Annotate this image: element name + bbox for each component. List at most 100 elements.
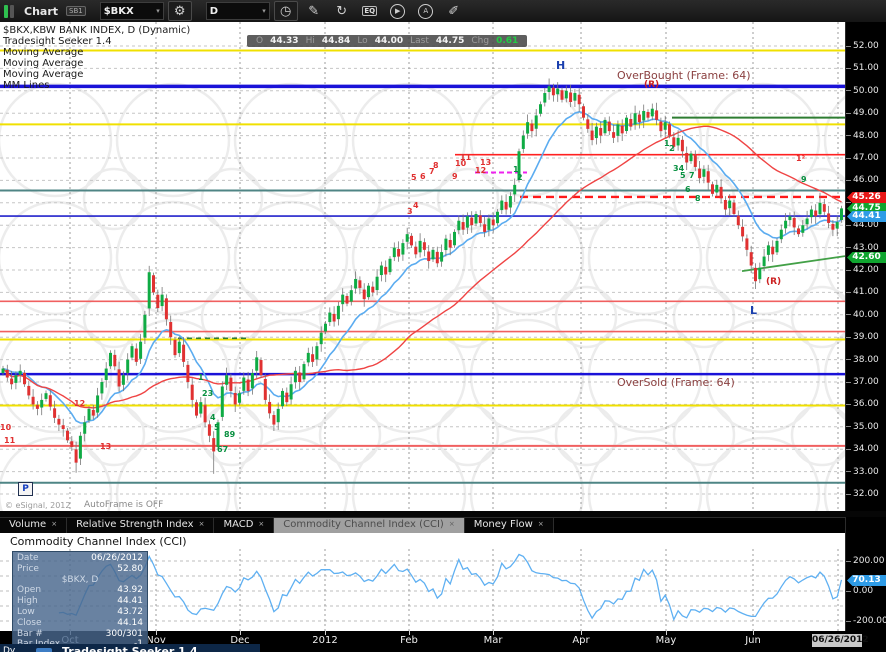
chevron-down-icon: ▾	[262, 7, 266, 15]
seeker-count-label: 1	[198, 373, 204, 382]
month-label: Jun	[745, 635, 761, 646]
chevron-down-icon: ▾	[156, 7, 160, 15]
cci-header: Commodity Channel Index (CCI)	[0, 533, 845, 549]
quote-eq-icon[interactable]: EQ	[358, 1, 382, 21]
esignal-watermark	[0, 82, 845, 511]
price-axis-tick	[846, 157, 851, 159]
tab-label: Relative Strength Index	[76, 519, 194, 530]
legend-study: Tradesight Seeker 1.4	[3, 36, 112, 47]
price-tag: 44.41	[847, 211, 886, 222]
seeker-count-label: 6	[420, 172, 426, 181]
seeker-count-label: 6	[685, 185, 691, 194]
data-window-overlay: Date 06/26/2012 Price 52.80 $BKX, D Open 43.92…	[12, 551, 148, 652]
play-icon[interactable]: ▶	[386, 1, 410, 21]
tab-label: Volume	[9, 519, 47, 530]
pivot-marker: P	[18, 482, 33, 496]
close-icon[interactable]: ×	[199, 520, 205, 528]
price-tag: 45.26	[847, 192, 886, 203]
close-icon[interactable]: ×	[538, 520, 544, 528]
price-axis-tick	[846, 471, 851, 473]
price-axis-tick	[846, 45, 851, 47]
seeker-count-label: 13	[480, 158, 492, 167]
month-tick	[409, 631, 410, 635]
open-label: O	[256, 36, 264, 46]
low-label: Lo	[357, 36, 368, 46]
price-axis-tick	[846, 90, 851, 92]
price-axis[interactable]: 32.00 33.00 34.00 35.00 36.00 37.00 38.00 39.00…	[845, 22, 886, 511]
price-axis-label: 36.00	[853, 399, 879, 410]
tab-macd[interactable]: MACD ×	[214, 518, 275, 534]
month-tick	[581, 631, 582, 635]
price-axis-tick	[846, 426, 851, 428]
candlestick-chart[interactable]	[0, 22, 845, 511]
month-tick	[753, 631, 754, 635]
ohlc-info-bar: O 44.33 Hi 44.84 Lo 44.00 Last 44.75 Chg 0.61	[247, 35, 528, 47]
seeker-count-label: 4	[413, 201, 419, 210]
current-date-box: 06/26/2012	[812, 634, 869, 647]
price-axis-tick	[846, 381, 851, 383]
price-axis-tick	[846, 291, 851, 293]
indicator-tab-bar: Volume × Relative Strength Index × MACD × Comm…	[0, 517, 886, 534]
seeker-count-label: 2	[669, 144, 675, 153]
status-badge	[36, 648, 52, 652]
close-icon[interactable]: ×	[258, 520, 264, 528]
seeker-count-label: 89	[224, 430, 236, 439]
data-window-row: Date 06/26/2012	[17, 553, 143, 563]
seeker-count-label: 12	[74, 399, 86, 408]
month-label: Apr	[572, 635, 590, 646]
close-icon[interactable]: ×	[449, 520, 455, 528]
price-axis-tick	[846, 493, 851, 495]
main-chart-panel: $BKX,KBW BANK INDEX, D (Dynamic) Tradesi…	[0, 22, 886, 511]
legend-study: Moving Average	[3, 47, 84, 58]
interval-clock-icon[interactable]: ◷	[273, 1, 298, 21]
high-marker: H	[556, 59, 566, 72]
tab-money-flow[interactable]: Money Flow ×	[464, 518, 554, 534]
status-mode-text: Dy	[3, 646, 16, 652]
draw-pencil-icon[interactable]: ✎	[302, 1, 326, 21]
seeker-count-label: 12	[475, 166, 487, 175]
price-axis-tick	[846, 448, 851, 450]
legend-study: Moving Average	[3, 69, 84, 80]
price-axis-label: 42.00	[853, 265, 879, 275]
seeker-count-label: 23	[202, 389, 214, 398]
data-window-row: Open 43.92	[17, 585, 143, 596]
cci-axis[interactable]: 200.00 0.00 -200.00 70.13	[845, 517, 886, 631]
tab-relative-strength-index[interactable]: Relative Strength Index ×	[67, 518, 215, 534]
price-axis-label: 46.00	[853, 175, 879, 186]
price-axis-label: 50.00	[853, 85, 879, 96]
interval-input[interactable]: D ▾	[205, 2, 270, 20]
seeker-count-label: 67	[217, 445, 229, 454]
cci-axis-label: -200.00	[853, 616, 886, 626]
price-axis-tick	[846, 314, 851, 316]
seeker-count-label: 8	[695, 194, 701, 203]
price-axis-tick	[846, 179, 851, 181]
cci-axis-tick	[846, 560, 851, 562]
price-axis-label: 52.00	[853, 41, 879, 51]
data-window-row: $BKX, D	[61, 574, 99, 585]
window-activity-indicator	[4, 4, 14, 18]
close-icon[interactable]: ×	[51, 520, 57, 528]
grid	[0, 22, 845, 511]
seeker-count-label: 7	[689, 171, 695, 180]
change-label: Chg	[471, 36, 490, 46]
seeker-count-label: 2	[517, 173, 523, 182]
resistance-marker: (R)	[766, 277, 782, 287]
eraser-icon[interactable]: ✐	[442, 1, 466, 21]
price-plot-area[interactable]: $BKX,KBW BANK INDEX, D (Dynamic) Tradesi…	[0, 22, 845, 511]
price-axis-tick	[846, 67, 851, 69]
tab-volume[interactable]: Volume ×	[0, 518, 68, 534]
symbol-input[interactable]: $BKX ▾	[99, 2, 164, 20]
seeker-count-label: 4	[210, 413, 216, 422]
symbol-lookup-gear-icon[interactable]: ⚙	[167, 1, 192, 21]
tab-commodity-channel-index-cci[interactable]: Commodity Channel Index (CCI) ×	[274, 518, 465, 534]
oversold-label: OverSold (Frame: 64)	[617, 376, 735, 389]
price-axis-tick	[846, 359, 851, 361]
reload-icon[interactable]: ↻	[330, 1, 354, 21]
auto-a-icon[interactable]: A	[414, 1, 438, 21]
tab-label: Money Flow	[473, 519, 533, 530]
seeker-count-label: 5	[214, 423, 220, 432]
data-window-row: Close 44.14	[17, 617, 143, 628]
month-tick	[325, 631, 326, 635]
seeker-count-label: 13	[100, 442, 112, 451]
status-app-name: Tradesight Seeker 1.4	[62, 645, 198, 652]
